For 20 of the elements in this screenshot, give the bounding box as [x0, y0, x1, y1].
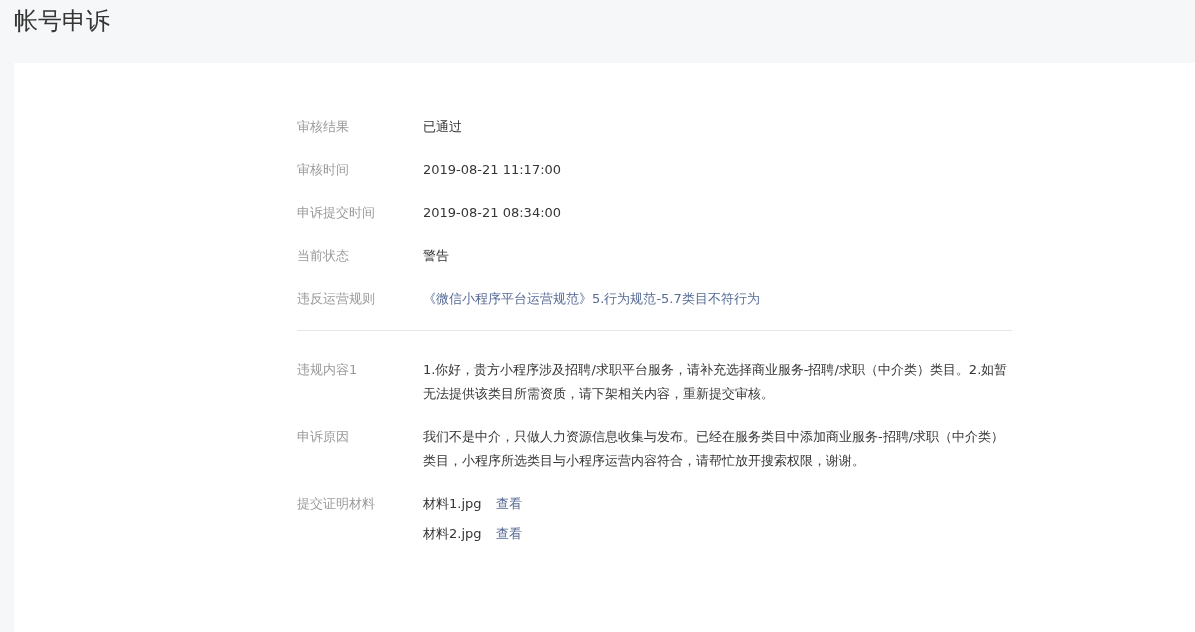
page-title: 帐号申诉 — [13, 6, 111, 37]
field-label: 审核结果 — [297, 118, 350, 136]
field-value: 2019-08-21 08:34:00 — [423, 204, 562, 222]
status-text: 已通过 — [423, 118, 462, 136]
field-value: 警告 — [423, 247, 449, 265]
field-label: 违反运营规则 — [297, 290, 376, 308]
field-value: 2019-08-21 11:17:00 — [423, 161, 562, 179]
field-label: 当前状态 — [297, 247, 350, 265]
field-label: 申诉提交时间 — [297, 204, 376, 222]
file-name: 材料2.jpg — [423, 525, 482, 543]
file-name: 材料1.jpg — [423, 495, 482, 513]
view-link[interactable]: 查看 — [495, 522, 522, 546]
field-label: 申诉原因 — [297, 428, 350, 446]
field-label: 违规内容1 — [297, 361, 359, 379]
rule-link[interactable]: 《微信小程序平台运营规范》5.行为规范-5.7类目不符行为 — [423, 287, 760, 311]
field-label: 审核时间 — [297, 161, 350, 179]
field-paragraph: 我们不是中介，只做人力资源信息收集与发布。已经在服务类目中添加商业服务-招聘/求职（中介类）类目，小程序所选类目与小程序运营内容符合，请帮忙放开搜索权限，谢谢。 — [423, 428, 1006, 470]
field-label: 提交证明材料 — [297, 495, 376, 513]
field-paragraph: 1.你好，贵方小程序涉及招聘/求职平台服务，请补充选择商业服务-招聘/求职（中介类）类目。2.如暂无法提供该类目所需资质，请下架相关内容，重新提交审核。 — [423, 361, 1009, 403]
view-link[interactable]: 查看 — [495, 492, 522, 516]
